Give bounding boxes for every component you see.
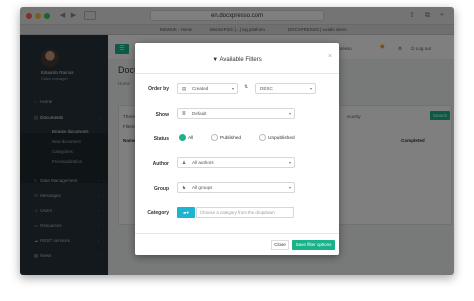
group-label: Group xyxy=(154,186,169,192)
filters-modal: ▼ Available Filters × Order by ▤ Created ▾… xyxy=(135,43,339,255)
divider xyxy=(135,233,339,234)
status-label: Status xyxy=(153,136,169,142)
show-label: Show xyxy=(155,112,169,118)
modal-title: ▼ Available Filters xyxy=(212,57,262,63)
chevron-down-icon: ▾ xyxy=(288,111,291,116)
group-icon: ♞ xyxy=(182,185,187,190)
chevron-down-icon: ▾ xyxy=(288,185,291,190)
user-icon: ♟ xyxy=(182,160,187,165)
chevron-down-icon: ▾ xyxy=(231,86,234,91)
category-dropdown-button[interactable]: ▰▾ xyxy=(177,207,195,218)
category-input[interactable]: Choose a category from the dropdown xyxy=(196,207,294,218)
list-icon: ≣ xyxy=(182,111,186,116)
category-label: Category xyxy=(147,210,169,216)
radio-selected-icon xyxy=(179,134,186,141)
order-by-select[interactable]: ▤ Created ▾ xyxy=(177,83,238,94)
author-select[interactable]: ♟ All authors ▾ xyxy=(177,157,295,168)
status-radio-all[interactable]: All xyxy=(179,134,193,142)
chevron-down-icon: ▾ xyxy=(309,86,312,91)
status-radio-unpublished[interactable]: Unpublished xyxy=(259,134,295,142)
save-filter-button[interactable]: Save filter options xyxy=(292,240,335,250)
order-by-label: Order by xyxy=(148,86,169,92)
group-select[interactable]: ♞ All groups ▾ xyxy=(177,182,295,193)
radio-icon xyxy=(211,134,218,141)
status-radio-published[interactable]: Published xyxy=(211,134,241,142)
filter-icon: ▼ xyxy=(212,57,219,63)
chevron-down-icon: ▾ xyxy=(288,160,291,165)
folder-icon: ▰▾ xyxy=(183,210,189,215)
order-direction-select[interactable]: DESC ▾ xyxy=(255,83,316,94)
radio-icon xyxy=(259,134,266,141)
close-button[interactable]: Close xyxy=(271,240,289,250)
author-label: Author xyxy=(152,161,169,167)
close-icon[interactable]: × xyxy=(328,53,332,60)
show-select[interactable]: ≣ Default ▾ xyxy=(177,108,295,119)
divider xyxy=(135,73,339,74)
sort-direction-icon: ⇅ xyxy=(244,84,249,90)
sort-icon: ▤ xyxy=(182,86,187,91)
